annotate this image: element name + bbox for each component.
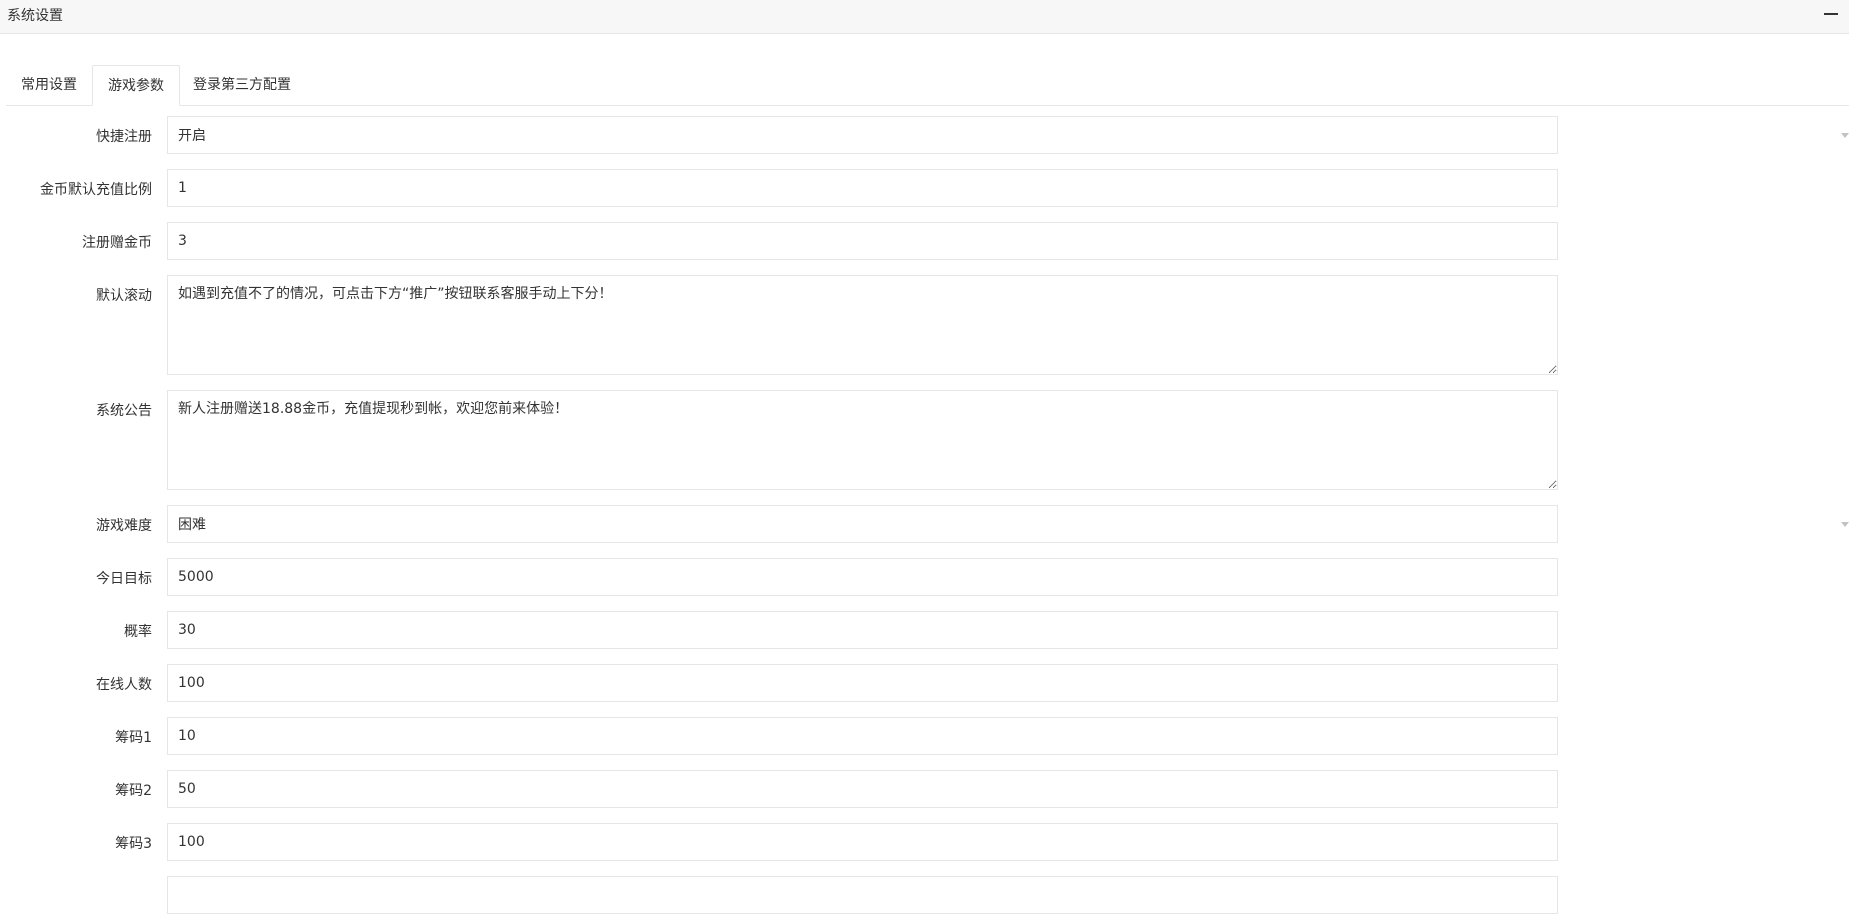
default-scroll-label: 默认滚动 bbox=[96, 288, 152, 304]
quick-register-select[interactable] bbox=[167, 116, 1558, 154]
probability-input[interactable] bbox=[167, 611, 1558, 649]
probability-label: 概率 bbox=[124, 624, 152, 640]
chip1-label: 筹码1 bbox=[115, 730, 152, 746]
chevron-down-icon bbox=[1841, 133, 1849, 138]
tab-third-party-login[interactable]: 登录第三方配置 bbox=[178, 65, 306, 106]
coin-ratio-label: 金币默认充值比例 bbox=[40, 182, 152, 198]
register-bonus-label: 注册赠金币 bbox=[82, 235, 152, 251]
collapse-icon[interactable] bbox=[1824, 13, 1838, 15]
chip1-input[interactable] bbox=[167, 717, 1558, 755]
difficulty-label: 游戏难度 bbox=[96, 518, 152, 534]
daily-target-input[interactable] bbox=[167, 558, 1558, 596]
tab-game-params[interactable]: 游戏参数 bbox=[92, 65, 180, 106]
announcement-label: 系统公告 bbox=[96, 403, 152, 419]
panel-header: 系统设置 bbox=[0, 0, 1849, 34]
coin-ratio-input[interactable] bbox=[167, 169, 1558, 207]
chip2-input[interactable] bbox=[167, 770, 1558, 808]
panel-title: 系统设置 bbox=[7, 8, 63, 24]
difficulty-select[interactable] bbox=[167, 505, 1558, 543]
tab-bar: 常用设置 游戏参数 登录第三方配置 bbox=[6, 65, 1849, 106]
tab-common-settings[interactable]: 常用设置 bbox=[6, 65, 92, 106]
register-bonus-input[interactable] bbox=[167, 222, 1558, 260]
quick-register-label: 快捷注册 bbox=[96, 129, 152, 145]
online-count-input[interactable] bbox=[167, 664, 1558, 702]
announcement-textarea[interactable]: 新人注册赠送18.88金币，充值提现秒到帐，欢迎您前来体验！ bbox=[167, 390, 1558, 490]
chevron-down-icon bbox=[1841, 522, 1849, 527]
chip3-input[interactable] bbox=[167, 823, 1558, 861]
default-scroll-textarea[interactable]: 如遇到充值不了的情况，可点击下方“推广”按钮联系客服手动上下分！ bbox=[167, 275, 1558, 375]
chip2-label: 筹码2 bbox=[115, 783, 152, 799]
daily-target-label: 今日目标 bbox=[96, 571, 152, 587]
chip3-label: 筹码3 bbox=[115, 836, 152, 852]
next-input[interactable] bbox=[167, 876, 1558, 914]
online-count-label: 在线人数 bbox=[96, 677, 152, 693]
